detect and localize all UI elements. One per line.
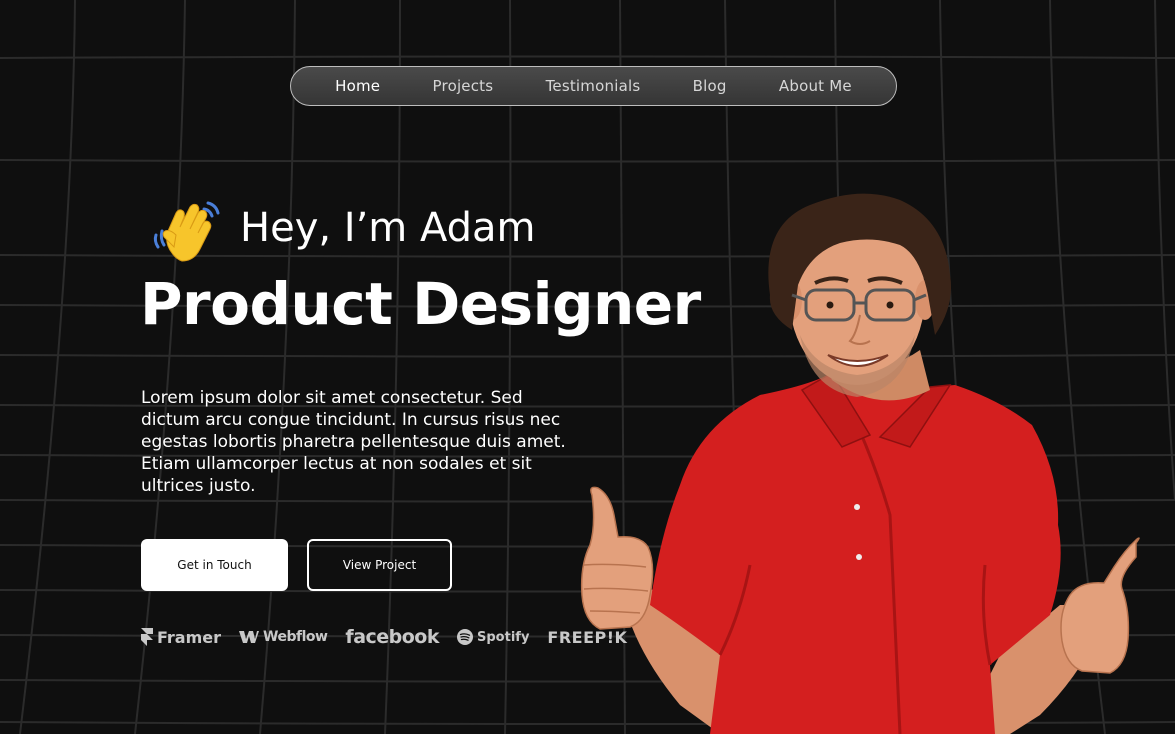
nav-item-home[interactable]: Home	[335, 77, 380, 95]
get-in-touch-button[interactable]: Get in Touch	[141, 539, 288, 591]
nav-item-blog[interactable]: Blog	[693, 77, 727, 95]
hero-description: Lorem ipsum dolor sit amet consectetur. …	[141, 388, 566, 496]
main-nav: Home Projects Testimonials Blog About Me	[290, 66, 897, 106]
facebook-label: facebook	[345, 626, 440, 648]
nav-item-testimonials[interactable]: Testimonials	[546, 77, 641, 95]
thumbs-up-right	[1060, 537, 1140, 674]
spotify-icon	[457, 629, 474, 645]
profile-photo	[580, 193, 1140, 734]
framer-icon	[141, 628, 153, 646]
webflow-logo: Webflow	[239, 629, 328, 645]
thumbs-up-left	[580, 486, 654, 630]
greeting: Hey, I’m Adam	[240, 205, 536, 251]
view-project-button[interactable]: View Project	[307, 539, 452, 591]
webflow-icon	[239, 631, 260, 643]
nav-item-about-me[interactable]: About Me	[779, 77, 852, 95]
framer-logo: Framer	[141, 628, 221, 647]
waving-hand-icon	[153, 201, 220, 262]
nav-item-projects[interactable]: Projects	[433, 77, 494, 95]
framer-label: Framer	[157, 627, 222, 647]
facebook-logo: facebook	[345, 626, 439, 648]
spotify-logo: Spotify	[457, 629, 529, 645]
spotify-label: Spotify	[477, 629, 530, 645]
webflow-label: Webflow	[263, 629, 328, 645]
